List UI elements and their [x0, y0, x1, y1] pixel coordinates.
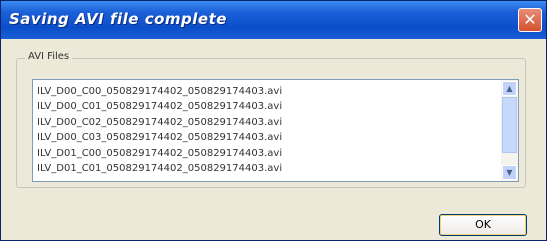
close-icon: ✕ — [523, 10, 537, 29]
scroll-down-button[interactable]: ▼ — [502, 165, 517, 180]
chevron-up-icon: ▲ — [506, 84, 513, 93]
dialog-window: Saving AVI file complete ✕ AVI Files ILV… — [0, 0, 547, 241]
list-item[interactable]: ILV_D00_C00_050829174402_050829174403.av… — [37, 84, 282, 99]
chevron-down-icon: ▼ — [506, 168, 513, 177]
vertical-scrollbar[interactable]: ▲ ▼ — [501, 80, 518, 181]
close-button[interactable]: ✕ — [518, 8, 542, 32]
list-item[interactable]: ILV_D01_C01_050829174402_050829174403.av… — [37, 161, 282, 176]
list-item[interactable]: ILV_D01_C00_050829174402_050829174403.av… — [37, 146, 282, 161]
list-item[interactable]: ILV_D00_C01_050829174402_050829174403.av… — [37, 99, 282, 114]
avi-files-list[interactable]: ILV_D00_C00_050829174402_050829174403.av… — [32, 79, 519, 182]
title-bar[interactable]: Saving AVI file complete ✕ — [1, 1, 546, 39]
dialog-title: Saving AVI file complete — [9, 10, 227, 28]
scroll-up-button[interactable]: ▲ — [502, 81, 517, 96]
scrollbar-thumb[interactable] — [502, 97, 517, 153]
ok-button[interactable]: OK — [439, 214, 527, 236]
list-item[interactable]: ILV_D00_C03_050829174402_050829174403.av… — [37, 130, 282, 145]
list-item[interactable]: ILV_D00_C02_050829174402_050829174403.av… — [37, 115, 282, 130]
group-label: AVI Files — [25, 51, 73, 62]
